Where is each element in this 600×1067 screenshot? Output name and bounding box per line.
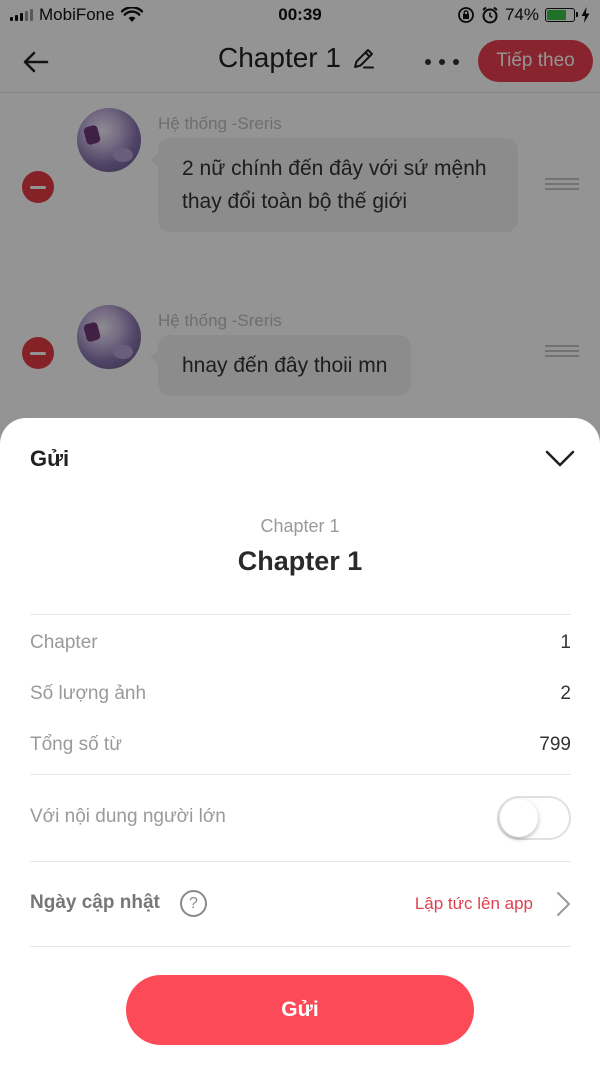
chevron-right-icon[interactable] — [554, 890, 572, 918]
info-label: Tổng số từ — [30, 734, 122, 755]
divider — [30, 861, 571, 862]
update-date-label: Ngày cập nhật — [30, 892, 160, 913]
info-value: 1 — [560, 632, 571, 653]
chevron-down-icon[interactable] — [543, 444, 577, 472]
sheet-title: Gửi — [30, 446, 70, 471]
sheet-heading: Chapter 1 — [237, 546, 363, 576]
send-button[interactable]: Gửi — [126, 975, 474, 1045]
info-row-chapter: Chapter 1 — [30, 632, 571, 654]
divider — [30, 614, 571, 615]
divider — [30, 946, 571, 947]
info-label: Chapter — [30, 632, 98, 653]
info-row-word-count: Tổng số từ 799 — [30, 734, 571, 756]
divider — [30, 774, 571, 775]
info-value: 2 — [560, 683, 571, 704]
update-date-value[interactable]: Lập tức lên app — [380, 894, 533, 914]
sheet-subtitle: Chapter 1 — [260, 516, 340, 536]
info-value: 799 — [539, 734, 571, 755]
adult-content-label: Với nội dung người lớn — [30, 806, 226, 827]
help-icon[interactable]: ? — [180, 890, 207, 917]
send-bottom-sheet: Gửi Chapter 1 Chapter 1 Chapter 1 Số lượ… — [0, 418, 600, 1067]
info-label: Số lượng ảnh — [30, 683, 147, 704]
adult-content-toggle[interactable] — [497, 796, 571, 840]
toggle-knob — [500, 799, 538, 837]
info-row-image-count: Số lượng ảnh 2 — [30, 683, 571, 705]
